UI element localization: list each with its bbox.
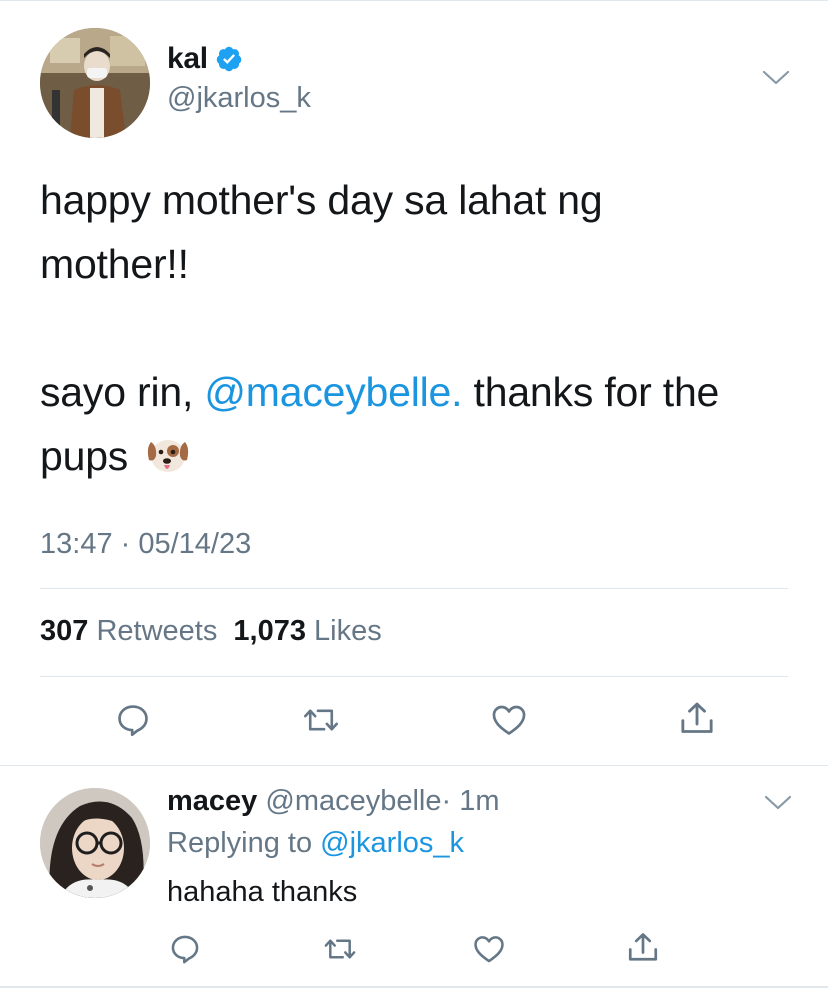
reply-author-avatar[interactable] bbox=[40, 788, 150, 898]
share-button[interactable] bbox=[677, 699, 717, 739]
tweet-stats: 307 Retweets 1,073 Likes bbox=[40, 615, 382, 648]
reply-like-button[interactable] bbox=[471, 932, 507, 966]
reply-button[interactable] bbox=[114, 701, 152, 739]
reply-icon bbox=[171, 935, 199, 964]
like-icon bbox=[474, 936, 504, 963]
replying-to-line: Replying to @jkarlos_k bbox=[167, 827, 464, 860]
verified-badge-icon bbox=[216, 46, 242, 72]
retweet-icon bbox=[324, 939, 356, 959]
reply-handle[interactable]: @maceybelle bbox=[265, 785, 441, 817]
tweet-body: happy mother's day sa lahat ng mother!! … bbox=[40, 168, 800, 488]
retweet-icon bbox=[304, 709, 338, 731]
tweet-text-before-mention: sayo rin, bbox=[40, 369, 205, 415]
replying-to-prefix: Replying to bbox=[167, 827, 313, 859]
chevron-down-icon[interactable] bbox=[764, 795, 792, 811]
tweet-timestamp[interactable]: 13:47 · 05/14/23 bbox=[40, 528, 251, 561]
reply-retweet-button[interactable] bbox=[322, 932, 358, 966]
tweet-paragraph-2: sayo rin, @maceybelle. thanks for the pu… bbox=[40, 360, 800, 488]
reply-display-name[interactable]: macey bbox=[167, 785, 257, 817]
dog-face-icon bbox=[148, 440, 189, 472]
reply-time: · 1m bbox=[441, 785, 500, 817]
reply-header: macey @maceybelle· 1m bbox=[167, 785, 500, 818]
reply-divider bbox=[0, 765, 828, 766]
retweet-button[interactable] bbox=[301, 701, 341, 739]
chevron-down-icon[interactable] bbox=[762, 70, 790, 86]
share-icon bbox=[628, 933, 658, 961]
retweets-label[interactable]: Retweets bbox=[96, 615, 217, 647]
reply-body: hahaha thanks bbox=[167, 876, 358, 908]
share-icon bbox=[681, 702, 713, 733]
divider-above-actions bbox=[40, 676, 788, 677]
mention-link[interactable]: @maceybelle. bbox=[204, 369, 462, 415]
divider-above-stats bbox=[40, 588, 788, 589]
like-icon bbox=[492, 705, 526, 735]
author-avatar[interactable] bbox=[40, 28, 150, 138]
author-handle[interactable]: @jkarlos_k bbox=[167, 82, 311, 115]
retweets-count[interactable]: 307 bbox=[40, 615, 88, 647]
reply-share-button[interactable] bbox=[625, 930, 661, 966]
replying-to-mention[interactable]: @jkarlos_k bbox=[320, 827, 464, 859]
author-display-name[interactable]: kal bbox=[167, 42, 208, 76]
likes-label[interactable]: Likes bbox=[314, 615, 382, 647]
author-name-row: kal bbox=[167, 42, 243, 76]
likes-count[interactable]: 1,073 bbox=[233, 615, 306, 647]
tweet-detail-page: kal @jkarlos_k happy mother's day sa lah… bbox=[0, 0, 828, 988]
top-divider bbox=[0, 0, 828, 1]
reply-reply-button[interactable] bbox=[168, 932, 202, 966]
like-button[interactable] bbox=[489, 701, 529, 739]
reply-icon bbox=[118, 705, 148, 737]
tweet-line-1: happy mother's day sa lahat ng mother!! bbox=[40, 177, 603, 287]
